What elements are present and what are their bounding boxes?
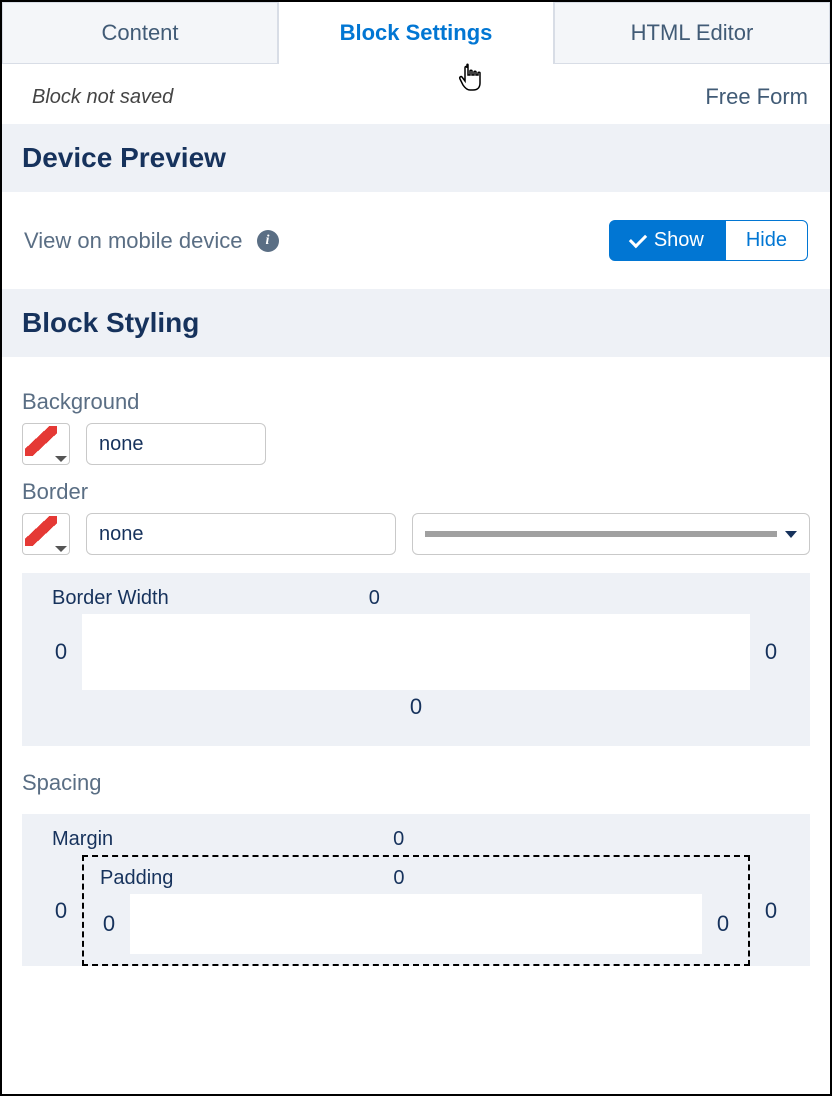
background-color-picker[interactable] xyxy=(22,423,70,465)
padding-top[interactable]: 0 xyxy=(393,867,404,894)
border-style-line-preview xyxy=(425,531,777,537)
border-width-bottom[interactable]: 0 xyxy=(52,690,780,724)
border-width-top[interactable]: 0 xyxy=(369,587,380,614)
chevron-down-icon xyxy=(785,531,797,538)
border-color-picker[interactable] xyxy=(22,513,70,555)
margin-label: Margin xyxy=(52,828,113,855)
view-mobile-label: View on mobile device xyxy=(24,228,243,254)
padding-label: Padding xyxy=(100,867,173,894)
spacing-box: Margin 0 0 Padding 0 0 0 0 xyxy=(22,814,810,966)
tabs: Content Block Settings HTML Editor xyxy=(2,2,830,64)
border-width-inner xyxy=(82,614,750,690)
padding-right[interactable]: 0 xyxy=(714,911,732,937)
check-icon xyxy=(629,229,647,247)
hide-button[interactable]: Hide xyxy=(725,220,808,261)
padding-box: Padding 0 0 0 xyxy=(82,855,750,966)
block-styling-heading: Block Styling xyxy=(2,289,830,357)
border-style-select[interactable] xyxy=(412,513,810,555)
background-label: Background xyxy=(22,389,810,415)
background-value-input[interactable] xyxy=(86,423,266,465)
margin-right[interactable]: 0 xyxy=(762,898,780,924)
info-icon[interactable]: i xyxy=(257,230,279,252)
tab-block-settings[interactable]: Block Settings xyxy=(278,2,554,64)
padding-left[interactable]: 0 xyxy=(100,911,118,937)
device-preview-heading: Device Preview xyxy=(2,124,830,192)
tab-content[interactable]: Content xyxy=(2,2,278,64)
device-preview-row: View on mobile device i Show Hide xyxy=(2,192,830,289)
free-form-label: Free Form xyxy=(705,84,808,110)
border-value-input[interactable] xyxy=(86,513,396,555)
show-hide-toggle: Show Hide xyxy=(609,220,808,261)
border-width-box: Border Width 0 0 0 0 xyxy=(22,573,810,746)
margin-top[interactable]: 0 xyxy=(393,828,404,855)
status-row: Block not saved Free Form xyxy=(2,64,830,124)
border-width-label: Border Width xyxy=(52,587,169,614)
show-label: Show xyxy=(654,229,704,252)
border-width-left[interactable]: 0 xyxy=(52,639,70,665)
border-label: Border xyxy=(22,479,810,505)
border-width-right[interactable]: 0 xyxy=(762,639,780,665)
margin-left[interactable]: 0 xyxy=(52,898,70,924)
show-button[interactable]: Show xyxy=(609,220,725,261)
spacing-label: Spacing xyxy=(22,770,810,796)
padding-inner xyxy=(130,894,702,954)
block-not-saved-label: Block not saved xyxy=(32,86,173,109)
tab-html-editor[interactable]: HTML Editor xyxy=(554,2,830,64)
